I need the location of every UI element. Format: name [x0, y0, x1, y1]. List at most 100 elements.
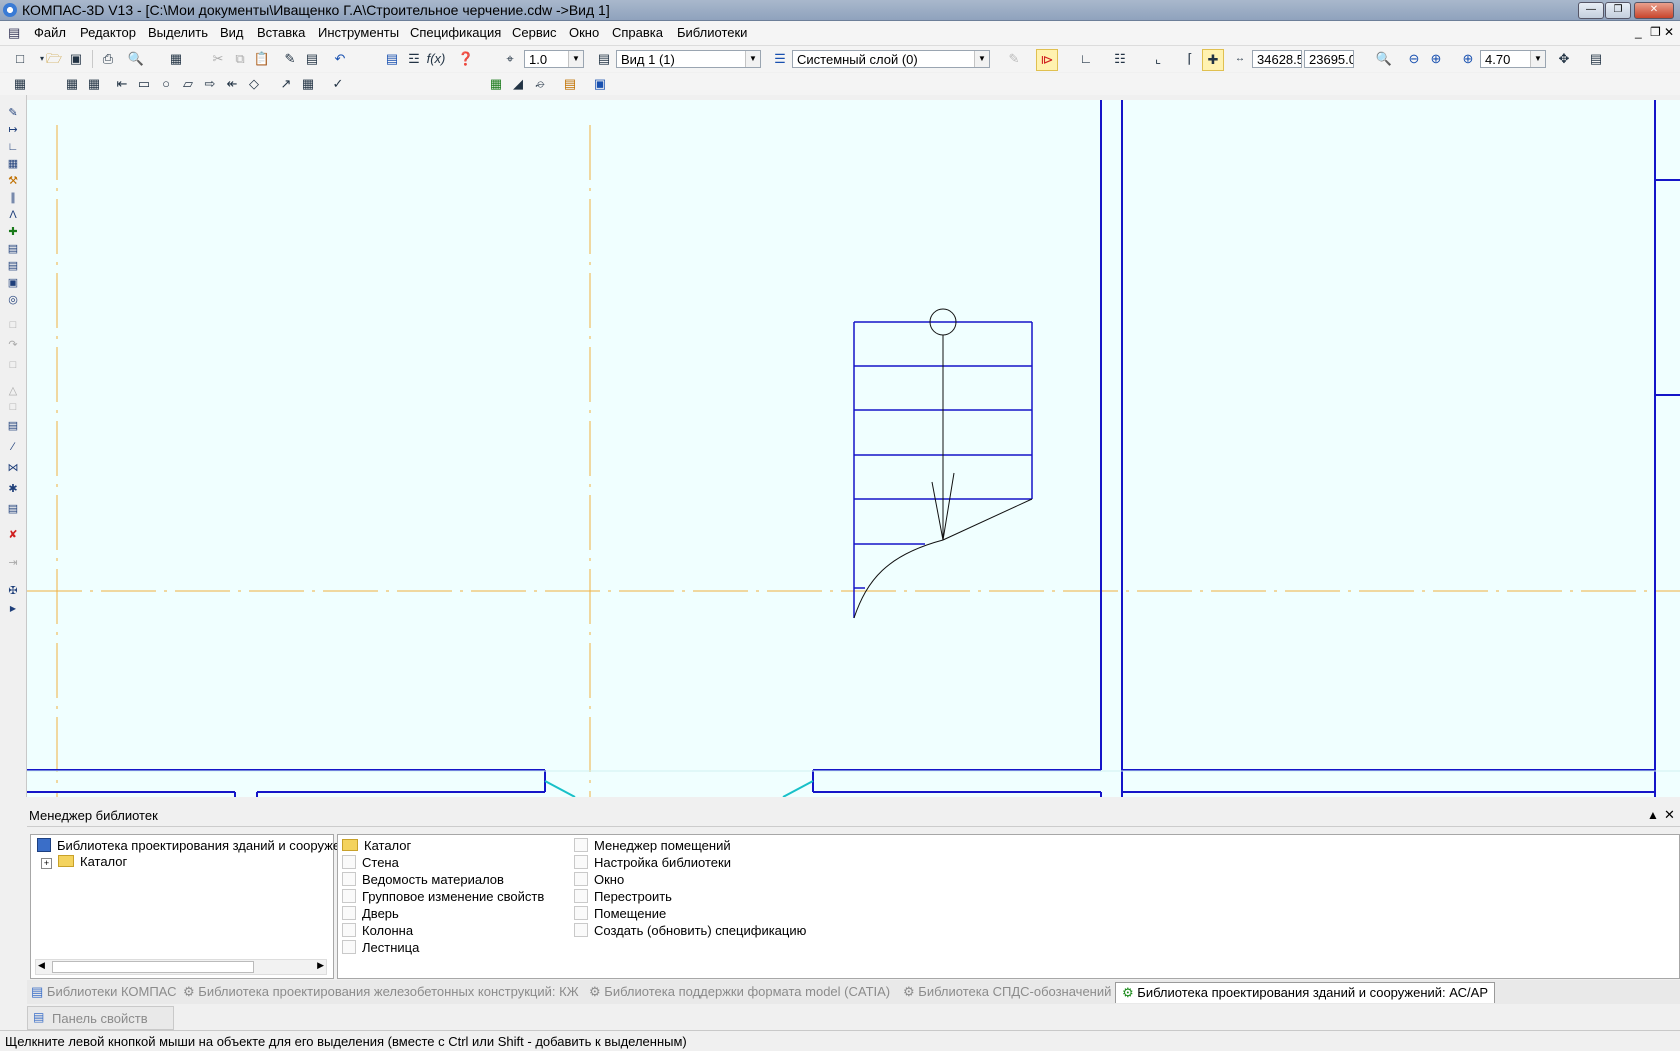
- copy-tool-icon[interactable]: □: [4, 399, 22, 415]
- scale-tool-icon[interactable]: ▤: [4, 418, 22, 434]
- print-icon[interactable]: ⎙: [98, 49, 118, 69]
- drawing-svg[interactable]: [27, 100, 1680, 797]
- grid-snap-icon[interactable]: ▦: [62, 74, 82, 94]
- circle-icon[interactable]: ○: [156, 74, 176, 94]
- chevron-down-icon[interactable]: ▼: [974, 51, 989, 67]
- view-combo[interactable]: Вид 1 (1) ▼: [616, 50, 761, 68]
- cut-line-icon[interactable]: ∕: [4, 439, 22, 455]
- menu-edit[interactable]: Редактор: [80, 25, 136, 40]
- insert-tool-icon[interactable]: ▣: [4, 275, 22, 291]
- save-icon[interactable]: ▣: [66, 49, 86, 69]
- parallelogram-icon[interactable]: ▱: [178, 74, 198, 94]
- tree-icon[interactable]: ☲: [404, 49, 424, 69]
- preview-icon[interactable]: 🔍: [126, 49, 146, 69]
- layer-combo[interactable]: Системный слой (0) ▼: [792, 50, 990, 68]
- grid-icon[interactable]: ☷: [1110, 49, 1130, 69]
- paste-icon[interactable]: 📋: [252, 49, 272, 69]
- property-panel-tab[interactable]: ▤ Панель свойств: [27, 1006, 174, 1030]
- tab-kzh-library[interactable]: ⚙ Библиотека проектирования железобетонн…: [183, 982, 579, 1002]
- tab-spds-library[interactable]: ⚙ Библиотека СПДС-обозначений: [903, 982, 1111, 1002]
- zoom-window-icon[interactable]: 🔍: [1374, 49, 1394, 69]
- help-pointer-icon[interactable]: ❓: [456, 49, 476, 69]
- menu-specification[interactable]: Спецификация: [410, 25, 501, 40]
- app-icon[interactable]: [3, 3, 17, 17]
- table-icon[interactable]: ▦: [298, 74, 318, 94]
- bar-chart-icon[interactable]: ▤: [560, 74, 580, 94]
- cmd-library-settings[interactable]: Настройка библиотеки: [574, 855, 731, 870]
- dimensions-icon[interactable]: ↦: [4, 122, 22, 138]
- spreadsheet-icon[interactable]: ▦: [486, 74, 506, 94]
- fx-icon[interactable]: f(x): [426, 49, 446, 69]
- tree-scrollbar[interactable]: ◀ ▶: [35, 959, 327, 975]
- geometry-icon[interactable]: ✎: [4, 105, 22, 121]
- cmd-room[interactable]: Помещение: [574, 906, 666, 921]
- attributes-icon[interactable]: ✠: [4, 583, 22, 599]
- properties-icon[interactable]: ✎: [280, 49, 300, 69]
- doc-restore-icon[interactable]: ❐: [1650, 25, 1661, 39]
- scale-combo[interactable]: 1.0 ▼: [524, 50, 584, 68]
- fragment-icon[interactable]: ◎: [4, 292, 22, 308]
- expand-icon[interactable]: +: [41, 858, 52, 869]
- pan-icon[interactable]: ✥: [1554, 49, 1574, 69]
- undo-icon[interactable]: ↶: [330, 49, 350, 69]
- cmd-group-edit[interactable]: Групповое изменение свойств: [342, 889, 544, 904]
- transform-icon[interactable]: □: [4, 317, 22, 333]
- select-tool-icon[interactable]: ✚: [4, 224, 22, 240]
- coord-x-field[interactable]: 34628.5: [1252, 50, 1302, 68]
- variables-icon[interactable]: ▤: [302, 49, 322, 69]
- tab-as-ar-library[interactable]: ⚙ Библиотека проектирования зданий и соо…: [1115, 982, 1495, 1003]
- symbols-icon[interactable]: ∟: [4, 139, 22, 155]
- grid-tool-icon[interactable]: ▦: [4, 156, 22, 172]
- spec-tool-icon[interactable]: ▤: [4, 241, 22, 257]
- coord-y-field[interactable]: 23695.0: [1304, 50, 1354, 68]
- manager-icon[interactable]: ▦: [166, 49, 186, 69]
- close-icon[interactable]: ✕: [1664, 807, 1675, 823]
- edit-tool-icon[interactable]: ⚒: [4, 173, 22, 189]
- tree-item-catalog[interactable]: + Каталог: [41, 854, 127, 869]
- new-document-icon[interactable]: □: [10, 49, 30, 69]
- cmd-door[interactable]: Дверь: [342, 906, 399, 921]
- cursor-snap-icon[interactable]: ✚: [1202, 49, 1224, 71]
- ortho-icon[interactable]: ∟: [1076, 49, 1096, 69]
- arrow-right-icon[interactable]: ⇨: [200, 74, 220, 94]
- refresh-icon[interactable]: ▤: [1586, 49, 1606, 69]
- cmd-stair[interactable]: Лестница: [342, 940, 419, 955]
- cmd-materials[interactable]: Ведомость материалов: [342, 872, 504, 887]
- zoom-out-icon[interactable]: ⊖: [1404, 49, 1424, 69]
- staircase[interactable]: [853, 308, 1033, 619]
- chart-icon[interactable]: ↗: [276, 74, 296, 94]
- rectangle-icon[interactable]: ▭: [134, 74, 154, 94]
- menu-tools[interactable]: Инструменты: [318, 25, 399, 40]
- diamond-icon[interactable]: ◇: [244, 74, 264, 94]
- move-icon[interactable]: ↷: [4, 337, 22, 353]
- align-tool-icon[interactable]: ⇥: [4, 555, 22, 571]
- doc-close-icon[interactable]: ✕: [1664, 25, 1674, 39]
- mirror-icon[interactable]: △: [4, 383, 22, 399]
- menu-view[interactable]: Вид: [220, 25, 244, 40]
- pin-icon[interactable]: ▲: [1647, 808, 1659, 822]
- contrast-icon[interactable]: ◢: [508, 74, 528, 94]
- cmd-column[interactable]: Колонна: [342, 923, 413, 938]
- scroll-right-icon[interactable]: ▶: [317, 960, 324, 971]
- measure-icon[interactable]: Λ: [4, 207, 22, 223]
- doc-minimize-icon[interactable]: _: [1635, 25, 1642, 39]
- cut-icon[interactable]: ✂: [208, 49, 228, 69]
- zoom-icon[interactable]: ⊕: [1458, 49, 1478, 69]
- round-icon[interactable]: ⌈: [1180, 49, 1200, 69]
- library-manager-icon[interactable]: ▤: [382, 49, 402, 69]
- expand-panel-icon[interactable]: ▶: [4, 601, 22, 617]
- close-button[interactable]: ✕: [1634, 2, 1674, 19]
- zoom-fit-icon[interactable]: ⊕: [1426, 49, 1446, 69]
- menu-insert[interactable]: Вставка: [257, 25, 305, 40]
- scroll-left-icon[interactable]: ◀: [38, 960, 45, 971]
- drawing-canvas[interactable]: [27, 100, 1680, 797]
- delete-icon[interactable]: ✘: [4, 527, 22, 543]
- tab-catia-library[interactable]: ⚙ Библиотека поддержки формата model (CA…: [589, 982, 890, 1002]
- scroll-thumb[interactable]: [52, 961, 254, 973]
- layer-icon[interactable]: ☰: [770, 49, 790, 69]
- maximize-button[interactable]: ❐: [1605, 2, 1631, 19]
- scale-icon[interactable]: ⌖: [500, 49, 520, 69]
- tab-kompas-libraries[interactable]: ▤ Библиотеки КОМПАС: [31, 982, 176, 1002]
- chevron-down-icon[interactable]: ▼: [745, 51, 760, 67]
- cmd-create-spec[interactable]: Создать (обновить) спецификацию: [574, 923, 806, 938]
